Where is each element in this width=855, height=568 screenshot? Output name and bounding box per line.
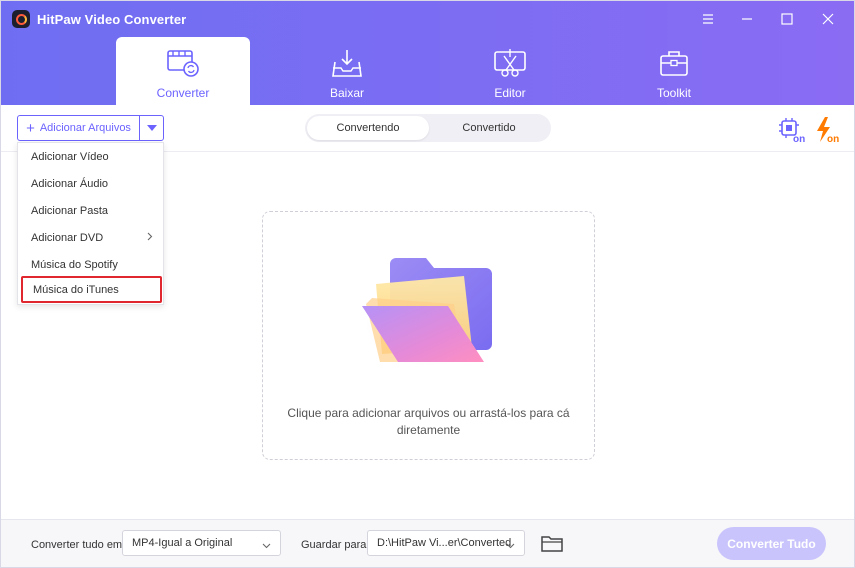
convert-all-to-label: Converter tudo em:	[31, 539, 126, 551]
output-path-select[interactable]: D:\HitPaw Vi...er\Converted	[367, 530, 525, 556]
maximize-icon[interactable]	[775, 9, 799, 29]
add-files-dropdown-button[interactable]	[140, 116, 163, 140]
folder-illustration-icon	[360, 258, 500, 370]
main-tabs: Converter Baixar Editor Toolkit	[1, 37, 854, 105]
add-files-group: + Adicionar Arquivos	[17, 115, 164, 141]
minimize-icon[interactable]	[735, 9, 759, 29]
menu-item-itunes-music[interactable]: Música do iTunes	[21, 276, 162, 303]
menu-item-add-dvd[interactable]: Adicionar DVD	[18, 224, 163, 251]
tab-converter[interactable]: Converter	[116, 37, 250, 105]
menu-item-label: Música do Spotify	[31, 258, 118, 271]
lightning-on-text: on	[827, 134, 839, 144]
segment-convertendo[interactable]: Convertendo	[307, 116, 429, 140]
menu-item-label: Música do iTunes	[33, 283, 119, 296]
menu-item-label: Adicionar Pasta	[31, 204, 109, 217]
close-icon[interactable]	[816, 9, 840, 29]
add-files-menu: Adicionar Vídeo Adicionar Áudio Adiciona…	[17, 142, 164, 305]
app-title: HitPaw Video Converter	[37, 12, 187, 27]
segment-convertido[interactable]: Convertido	[429, 116, 549, 140]
chevron-down-icon	[506, 540, 515, 552]
menu-item-spotify-music[interactable]: Música do Spotify	[18, 251, 163, 278]
menu-icon[interactable]	[696, 9, 720, 29]
tab-converter-label: Converter	[156, 86, 210, 100]
add-files-button[interactable]: + Adicionar Arquivos	[18, 116, 139, 140]
menu-item-add-folder[interactable]: Adicionar Pasta	[18, 197, 163, 224]
tab-toolkit-label: Toolkit	[656, 86, 691, 100]
convert-all-button[interactable]: Converter Tudo	[717, 527, 826, 560]
chevron-down-icon	[262, 540, 271, 552]
hardware-acceleration-icon[interactable]: on	[777, 116, 805, 145]
open-folder-icon[interactable]	[540, 534, 564, 554]
menu-item-label: Adicionar Vídeo	[31, 150, 109, 163]
hardware-on-text: on	[793, 134, 805, 144]
scissors-edit-icon	[493, 48, 527, 81]
tab-editor[interactable]: Editor	[443, 37, 577, 105]
menu-item-add-video[interactable]: Adicionar Vídeo	[18, 143, 163, 170]
output-format-select[interactable]: MP4-Igual a Original	[122, 530, 281, 556]
caret-down-icon	[146, 125, 157, 131]
menu-item-label: Adicionar Áudio	[31, 177, 109, 190]
tab-baixar-label: Baixar	[329, 86, 364, 100]
save-to-label: Guardar para:	[301, 539, 370, 551]
drop-zone-text: Clique para adicionar arquivos ou arrast…	[287, 406, 570, 437]
menu-item-add-audio[interactable]: Adicionar Áudio	[18, 170, 163, 197]
toolbox-icon	[658, 48, 690, 81]
drop-zone[interactable]: Clique para adicionar arquivos ou arrast…	[262, 211, 595, 460]
tab-baixar[interactable]: Baixar	[280, 37, 414, 105]
bottom-bar: Converter tudo em: MP4-Igual a Original …	[1, 519, 854, 567]
app-logo-icon	[12, 10, 30, 28]
film-convert-icon	[166, 48, 200, 81]
tab-editor-label: Editor	[494, 86, 526, 100]
status-segmented-control: Convertendo Convertido	[305, 114, 551, 142]
tab-toolkit[interactable]: Toolkit	[607, 37, 741, 105]
header-bar: HitPaw Video Converter Converter Baixar …	[1, 1, 854, 105]
add-files-label: Adicionar Arquivos	[39, 122, 131, 134]
output-format-value: MP4-Igual a Original	[132, 537, 233, 549]
lightning-mode-icon[interactable]: on	[814, 116, 842, 145]
output-path-value: D:\HitPaw Vi...er\Converted	[377, 537, 512, 549]
chevron-right-icon	[147, 232, 153, 244]
app-window: HitPaw Video Converter Converter Baixar …	[0, 0, 855, 568]
plus-icon: +	[26, 119, 35, 137]
download-tray-icon	[331, 48, 363, 81]
menu-item-label: Adicionar DVD	[31, 231, 104, 244]
